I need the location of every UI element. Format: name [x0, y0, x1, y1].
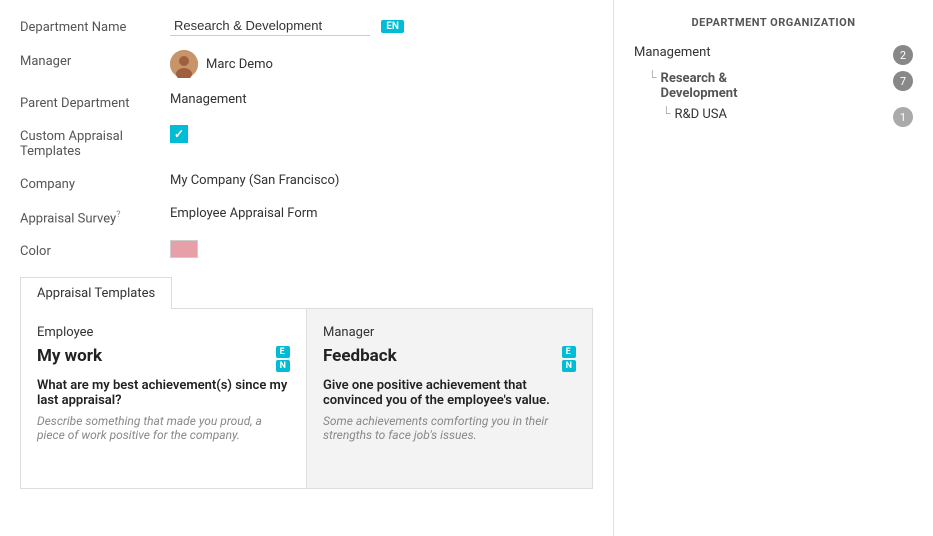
appraisal-survey-label: Appraisal Survey?	[20, 206, 170, 226]
employee-e-badge: E	[276, 346, 290, 358]
tabs-row: Appraisal Templates	[20, 276, 593, 309]
management-count: 2	[893, 45, 913, 65]
manager-template-col: Manager E N Feedback Give one positive a…	[307, 309, 592, 488]
manager-e-badge: E	[562, 346, 576, 358]
manager-question: Give one positive achievement that convi…	[323, 378, 576, 408]
custom-appraisal-checkbox[interactable]	[170, 125, 188, 143]
employee-role: Employee	[37, 325, 290, 340]
manager-value[interactable]: Marc Demo	[170, 50, 593, 78]
rdusa-count: 1	[893, 107, 913, 127]
employee-title: My work	[37, 346, 290, 366]
manager-description: Some achievements comforting you in thei…	[323, 414, 576, 442]
rdusa-label: R&D USA	[675, 107, 887, 122]
color-row: Color	[20, 240, 593, 262]
org-research-row: └ Research & Development 7	[648, 71, 913, 101]
manager-role: Manager	[323, 325, 576, 340]
research-label: Research & Development	[661, 71, 887, 101]
department-name-label: Department Name	[20, 16, 170, 35]
manager-name: Marc Demo	[206, 57, 273, 72]
tab-appraisal-templates[interactable]: Appraisal Templates	[20, 277, 172, 309]
right-panel: DEPARTMENT ORGANIZATION Management 2 └ R…	[613, 0, 933, 536]
custom-appraisal-value[interactable]	[170, 125, 593, 143]
parent-department-label: Parent Department	[20, 92, 170, 111]
parent-department-value: Management	[170, 92, 593, 107]
avatar	[170, 50, 198, 78]
appraisal-survey-value: Employee Appraisal Form	[170, 206, 593, 221]
org-management-row: Management 2	[634, 45, 913, 65]
manager-n-badge: N	[562, 360, 576, 372]
department-name-input[interactable]	[170, 16, 370, 36]
employee-template-col: Employee E N My work What are my best ac…	[21, 309, 307, 488]
templates-area: Employee E N My work What are my best ac…	[20, 309, 593, 489]
department-name-value[interactable]: EN	[170, 16, 593, 36]
color-label: Color	[20, 240, 170, 259]
employee-lang-badges: E N	[276, 346, 290, 372]
employee-description: Describe something that made you proud, …	[37, 414, 290, 442]
color-swatch[interactable]	[170, 240, 198, 258]
tree-connector-research: └	[648, 71, 657, 83]
lang-badge: EN	[381, 20, 404, 33]
custom-appraisal-row: Custom Appraisal Templates	[20, 125, 593, 159]
parent-department-row: Parent Department Management	[20, 92, 593, 111]
org-rdusa-row: └ R&D USA 1	[662, 107, 913, 127]
department-name-row: Department Name EN	[20, 16, 593, 36]
dept-org-title: DEPARTMENT ORGANIZATION	[634, 16, 913, 29]
employee-n-badge: N	[276, 360, 290, 372]
company-value: My Company (San Francisco)	[170, 173, 593, 188]
dept-org-section: Management 2 └ Research & Development 7 …	[634, 41, 913, 127]
manager-row: Manager Marc Demo	[20, 50, 593, 78]
manager-title: Feedback	[323, 346, 576, 366]
color-value[interactable]	[170, 240, 593, 262]
management-label: Management	[634, 45, 887, 60]
research-count: 7	[893, 71, 913, 91]
employee-question: What are my best achievement(s) since my…	[37, 378, 290, 408]
manager-lang-badges: E N	[562, 346, 576, 372]
manager-label: Manager	[20, 50, 170, 69]
appraisal-survey-row: Appraisal Survey? Employee Appraisal For…	[20, 206, 593, 226]
company-label: Company	[20, 173, 170, 192]
custom-appraisal-label: Custom Appraisal Templates	[20, 125, 170, 159]
tree-connector-rdusa: └	[662, 107, 671, 119]
company-row: Company My Company (San Francisco)	[20, 173, 593, 192]
